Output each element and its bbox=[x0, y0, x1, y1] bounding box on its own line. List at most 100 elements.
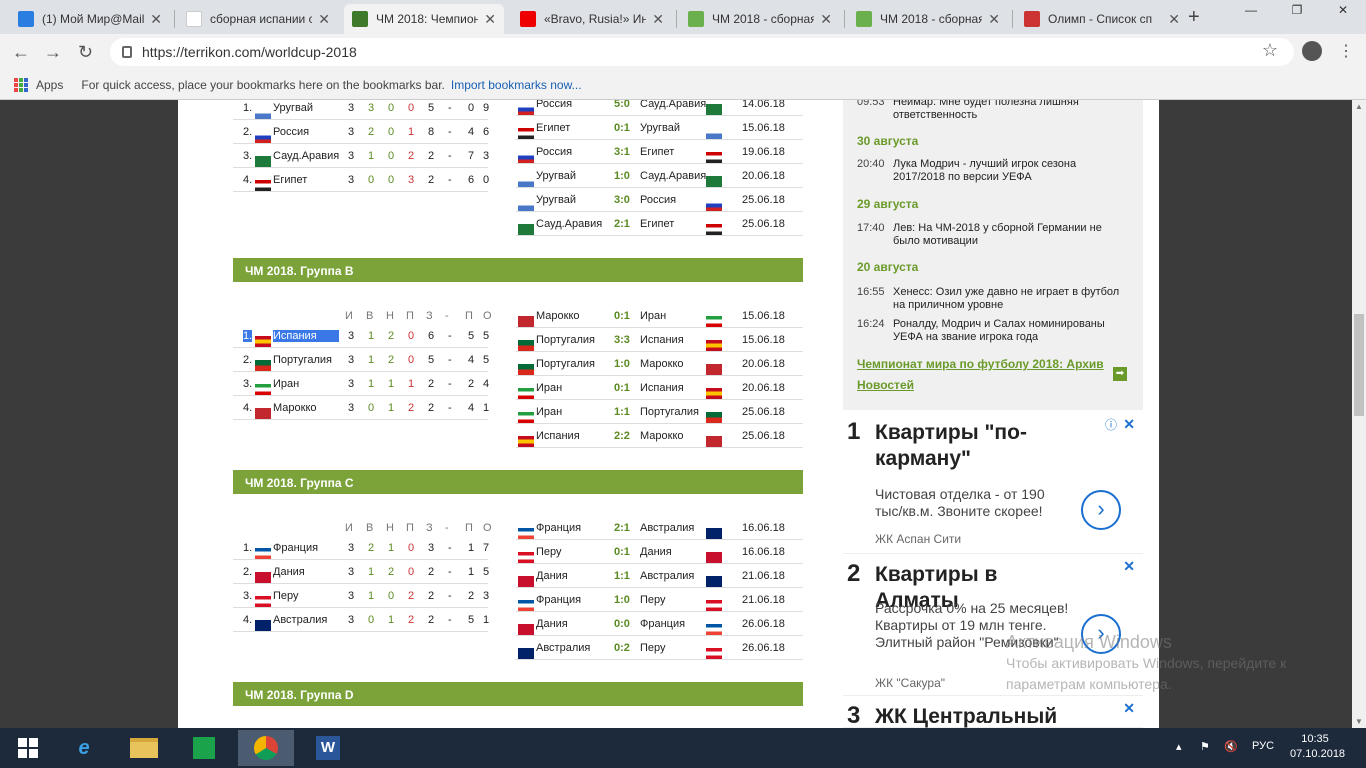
ad-close-icon[interactable]: ✕ bbox=[1123, 558, 1135, 575]
home-team[interactable]: Перу bbox=[536, 546, 562, 558]
match-row[interactable]: Уругвай 1:0 Сауд.Аравия 20.06.18 bbox=[516, 164, 803, 188]
tray-expand-icon[interactable]: ▴ bbox=[1176, 740, 1182, 753]
ad-close-icon[interactable]: ✕ bbox=[1123, 700, 1135, 717]
team-name[interactable]: Франция bbox=[273, 542, 339, 554]
apps-link[interactable]: Apps bbox=[36, 78, 63, 92]
team-name[interactable]: Уругвай bbox=[273, 102, 339, 114]
tab-close-icon[interactable]: ✕ bbox=[652, 11, 664, 28]
ad-title[interactable]: ЖК Центральный в bbox=[875, 704, 1075, 728]
match-row[interactable]: Дания 1:1 Австралия 21.06.18 bbox=[516, 564, 803, 588]
match-score[interactable]: 1:0 bbox=[614, 170, 630, 182]
tab-close-icon[interactable]: ✕ bbox=[988, 11, 1000, 28]
volume-icon[interactable]: 🔇 bbox=[1224, 740, 1238, 753]
match-score[interactable]: 0:1 bbox=[614, 546, 630, 558]
ad-info-icon[interactable]: ⓘ bbox=[1105, 416, 1117, 433]
match-row[interactable]: Франция 1:0 Перу 21.06.18 bbox=[516, 588, 803, 612]
away-team[interactable]: Иран bbox=[640, 310, 666, 322]
away-team[interactable]: Сауд.Аравия bbox=[640, 170, 706, 182]
standings-row[interactable]: 1. Уругвай 3 3 0 0 5-0 9 bbox=[233, 100, 489, 120]
profile-avatar[interactable] bbox=[1302, 41, 1322, 61]
away-team[interactable]: Сауд.Аравия bbox=[640, 100, 706, 110]
standings-row[interactable]: 2. Россия 3 2 0 1 8 - 4 6 bbox=[233, 120, 489, 144]
language-indicator[interactable]: РУС bbox=[1252, 740, 1274, 752]
away-team[interactable]: Марокко bbox=[640, 358, 684, 370]
word-icon[interactable]: W bbox=[300, 730, 356, 766]
menu-icon[interactable]: ⋮ bbox=[1338, 41, 1354, 61]
away-team[interactable]: Франция bbox=[640, 618, 685, 630]
browser-tab[interactable]: сборная испании с ✕ bbox=[178, 4, 338, 34]
news-headline[interactable]: Хенесс: Озил уже давно не играет в футбо… bbox=[893, 286, 1127, 312]
group-header[interactable]: ЧМ 2018. Группа B bbox=[233, 258, 803, 282]
news-headline[interactable]: Лев: На ЧМ-2018 у сборной Германии не бы… bbox=[893, 222, 1127, 248]
match-score[interactable]: 0:2 bbox=[614, 642, 630, 654]
match-row[interactable]: Марокко 0:1 Иран 15.06.18 bbox=[516, 304, 803, 328]
match-score[interactable]: 0:1 bbox=[614, 382, 630, 394]
away-team[interactable]: Марокко bbox=[640, 430, 684, 442]
arrow-right-icon[interactable]: ➡ bbox=[1113, 367, 1127, 381]
file-explorer-icon[interactable] bbox=[116, 730, 172, 766]
standings-row[interactable]: 1. Франция 3 2 1 0 3-1 7 bbox=[233, 536, 489, 560]
standings-row[interactable]: 3. Иран 3 1 1 1 2-2 4 bbox=[233, 372, 489, 396]
browser-tab[interactable]: ЧМ 2018 - сборная ✕ bbox=[680, 4, 840, 34]
away-team[interactable]: Уругвай bbox=[640, 122, 680, 134]
group-header[interactable]: ЧМ 2018. Группа C bbox=[233, 470, 803, 494]
away-team[interactable]: Австралия bbox=[640, 570, 694, 582]
home-team[interactable]: Португалия bbox=[536, 358, 595, 370]
close-window-button[interactable]: ✕ bbox=[1320, 0, 1366, 20]
home-team[interactable]: Россия bbox=[536, 100, 572, 110]
match-score[interactable]: 2:1 bbox=[614, 522, 630, 534]
ad-close-icon[interactable]: ✕ bbox=[1123, 416, 1135, 433]
match-row[interactable]: Дания 0:0 Франция 26.06.18 bbox=[516, 612, 803, 636]
team-name[interactable]: Перу bbox=[273, 590, 339, 602]
import-bookmarks-link[interactable]: Import bookmarks now... bbox=[451, 78, 582, 92]
away-team[interactable]: Россия bbox=[640, 194, 676, 206]
network-icon[interactable]: ⚑ bbox=[1200, 740, 1210, 753]
restore-button[interactable]: ❐ bbox=[1274, 0, 1320, 20]
home-team[interactable]: Дания bbox=[536, 618, 568, 630]
windows-start-icon[interactable] bbox=[0, 730, 56, 766]
standings-row[interactable]: 4. Египет 3 0 0 3 2-6 0 bbox=[233, 168, 489, 192]
match-row[interactable]: Перу 0:1 Дания 16.06.18 bbox=[516, 540, 803, 564]
apps-grid-icon[interactable] bbox=[14, 77, 28, 92]
away-team[interactable]: Португалия bbox=[640, 406, 699, 418]
news-headline[interactable]: Неймар: Мне будет полезна лишняя ответст… bbox=[893, 100, 1127, 122]
away-team[interactable]: Австралия bbox=[640, 522, 694, 534]
home-team[interactable]: Марокко bbox=[536, 310, 580, 322]
news-headline[interactable]: Лука Модрич - лучший игрок сезона 2017/2… bbox=[893, 158, 1127, 184]
news-item[interactable]: 17:40 Лев: На ЧМ-2018 у сборной Германии … bbox=[857, 222, 1127, 248]
chrome-icon[interactable] bbox=[238, 730, 294, 766]
team-name[interactable]: Португалия bbox=[273, 354, 339, 366]
match-score[interactable]: 1:1 bbox=[614, 406, 630, 418]
ad-go-icon[interactable]: › bbox=[1081, 490, 1121, 530]
match-row[interactable]: Португалия 3:3 Испания 15.06.18 bbox=[516, 328, 803, 352]
home-team[interactable]: Австралия bbox=[536, 642, 590, 654]
match-score[interactable]: 3:0 bbox=[614, 194, 630, 206]
match-score[interactable]: 2:1 bbox=[614, 218, 630, 230]
match-row[interactable]: Сауд.Аравия 2:1 Египет 25.06.18 bbox=[516, 212, 803, 236]
internet-explorer-icon[interactable]: e bbox=[56, 730, 112, 766]
match-row[interactable]: Испания 2:2 Марокко 25.06.18 bbox=[516, 424, 803, 448]
match-score[interactable]: 0:0 bbox=[614, 618, 630, 630]
away-team[interactable]: Египет bbox=[640, 218, 674, 230]
browser-tab[interactable]: «Bravo, Rusia!» Ин ✕ bbox=[512, 4, 672, 34]
browser-tab[interactable]: ЧМ 2018: Чемпион ✕ bbox=[344, 4, 504, 34]
home-team[interactable]: Иран bbox=[536, 406, 562, 418]
team-name[interactable]: Австралия bbox=[273, 614, 339, 626]
news-item[interactable]: 16:24 Роналду, Модрич и Салах номинирован… bbox=[857, 318, 1127, 344]
away-team[interactable]: Перу bbox=[640, 594, 666, 606]
browser-tab[interactable]: (1) Мой Мир@Mail ✕ bbox=[10, 4, 170, 34]
tab-close-icon[interactable]: ✕ bbox=[1168, 11, 1180, 28]
away-team[interactable]: Дания bbox=[640, 546, 672, 558]
match-score[interactable]: 3:3 bbox=[614, 334, 630, 346]
news-headline[interactable]: Роналду, Модрич и Салах номинированы УЕФ… bbox=[893, 318, 1127, 344]
home-team[interactable]: Сауд.Аравия bbox=[536, 218, 602, 230]
home-team[interactable]: Португалия bbox=[536, 334, 595, 346]
minimize-button[interactable]: — bbox=[1228, 0, 1274, 20]
match-row[interactable]: Франция 2:1 Австралия 16.06.18 bbox=[516, 516, 803, 540]
ad-block[interactable]: 1 Квартиры "по-карману" ⓘ ✕ Чистовая отделка… bbox=[843, 414, 1143, 554]
tab-close-icon[interactable]: ✕ bbox=[484, 11, 496, 28]
team-name[interactable]: Египет bbox=[273, 174, 339, 186]
address-bar[interactable]: https://terrikon.com/worldcup-2018 ☆ bbox=[110, 38, 1294, 66]
home-team[interactable]: Дания bbox=[536, 570, 568, 582]
home-team[interactable]: Уругвай bbox=[536, 194, 576, 206]
